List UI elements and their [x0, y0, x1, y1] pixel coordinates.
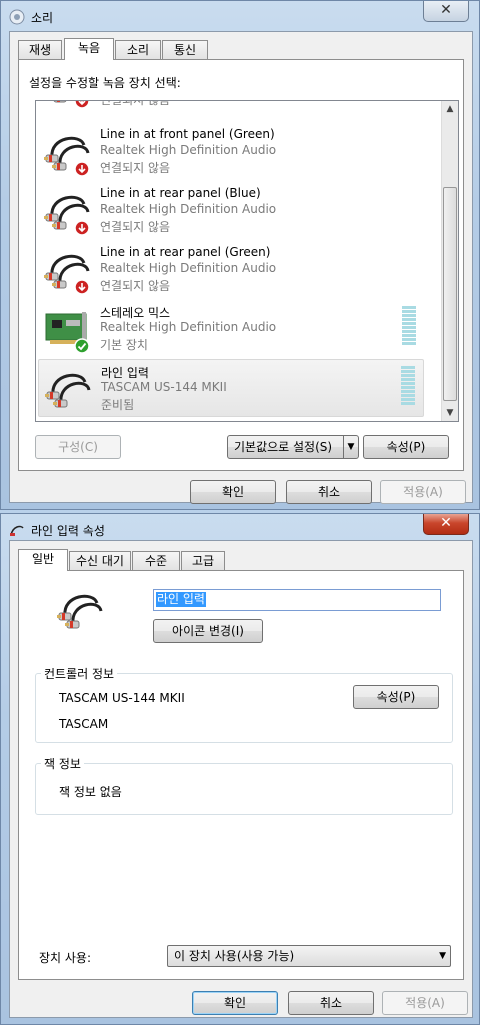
line-in-cable-icon — [43, 364, 93, 414]
scroll-down-icon[interactable]: ▼ — [442, 405, 458, 421]
list-scrollbar[interactable]: ▲ ▼ — [441, 101, 458, 421]
dropdown-arrow-icon[interactable]: ▼ — [343, 436, 358, 458]
disconnected-badge-icon — [74, 220, 90, 236]
apply-button[interactable]: 적용(A) — [380, 480, 466, 504]
cancel-button[interactable]: 취소 — [288, 991, 374, 1015]
device-item-front-green[interactable]: Line in at front panel (Green) Realtek H… — [38, 123, 424, 181]
level-meter — [401, 366, 415, 410]
scroll-up-icon[interactable]: ▲ — [442, 101, 458, 117]
jack-info-text: 잭 정보 없음 — [59, 785, 122, 799]
tab-sounds[interactable]: 소리 — [115, 40, 161, 60]
change-icon-button[interactable]: 아이콘 변경(I) — [153, 619, 263, 643]
controller-name: TASCAM US-144 MKII — [59, 691, 185, 705]
window-title: 소리 — [31, 11, 54, 25]
controller-info-title: 컨트롤러 정보 — [41, 665, 118, 682]
close-icon: ✕ — [440, 515, 452, 531]
line-in-cable-icon — [10, 525, 24, 536]
line-in-cable-icon — [55, 585, 105, 635]
ok-button[interactable]: 확인 — [190, 480, 276, 504]
tab-listen[interactable]: 수신 대기 — [69, 551, 131, 571]
device-item-rear-green[interactable]: Line in at rear panel (Green) Realtek Hi… — [38, 241, 424, 299]
sound-dialog: 소리 ✕ 재생 녹음 소리 통신 설정을 수정할 녹음 장치 선택: 연결되지 … — [0, 0, 480, 510]
tab-playback[interactable]: 재생 — [18, 40, 62, 60]
device-item-line-in[interactable]: 라인 입력 TASCAM US-144 MKII 준비됨 — [38, 359, 424, 417]
tab-advanced[interactable]: 고급 — [181, 551, 225, 571]
configure-button[interactable]: 구성(C) — [35, 435, 121, 459]
close-button[interactable]: ✕ — [423, 1, 469, 22]
device-item-hidden[interactable]: 연결되지 않음 — [38, 100, 424, 113]
default-device-check-icon — [74, 338, 90, 354]
recording-device-list[interactable]: 연결되지 않음 Line in at front panel (Green) R… — [35, 100, 459, 422]
disconnected-badge-icon — [74, 100, 90, 109]
level-meter — [402, 306, 416, 350]
tab-levels[interactable]: 수준 — [132, 551, 180, 571]
ok-button[interactable]: 확인 — [192, 991, 278, 1015]
device-item-stereo-mix[interactable]: 스테레오 믹스 Realtek High Definition Audio 기본… — [38, 300, 424, 358]
tab-recording[interactable]: 녹음 — [64, 38, 114, 60]
dialog-body: 재생 녹음 소리 통신 설정을 수정할 녹음 장치 선택: 연결되지 않음 Li… — [9, 31, 473, 504]
controller-properties-button[interactable]: 속성(P) — [353, 685, 439, 709]
line-in-properties-dialog: 라인 입력 속성 ✕ 일반 수신 대기 수준 고급 라인 입력 아이콘 변경(I… — [0, 513, 480, 1025]
general-pane: 라인 입력 아이콘 변경(I) 컨트롤러 정보 TASCAM US-144 MK… — [18, 570, 464, 980]
scroll-thumb[interactable] — [443, 187, 457, 401]
instruction-text: 설정을 수정할 녹음 장치 선택: — [29, 76, 181, 90]
cancel-button[interactable]: 취소 — [286, 480, 372, 504]
recording-pane: 설정을 수정할 녹음 장치 선택: 연결되지 않음 Line in at fro… — [18, 59, 464, 471]
device-item-rear-blue[interactable]: Line in at rear panel (Blue) Realtek Hig… — [38, 182, 424, 240]
chevron-down-icon: ▼ — [439, 951, 446, 961]
disconnected-badge-icon — [74, 279, 90, 295]
device-usage-label: 장치 사용: — [39, 951, 92, 965]
close-icon: ✕ — [440, 2, 452, 18]
jack-info-title: 잭 정보 — [41, 755, 84, 772]
window-title: 라인 입력 속성 — [31, 524, 105, 538]
device-usage-select[interactable]: 이 장치 사용(사용 가능) ▼ — [167, 945, 451, 967]
device-name-input[interactable]: 라인 입력 — [153, 589, 441, 611]
tab-general[interactable]: 일반 — [18, 549, 68, 571]
controller-vendor: TASCAM — [59, 717, 109, 731]
disconnected-badge-icon — [74, 161, 90, 177]
close-button[interactable]: ✕ — [423, 514, 469, 535]
dialog-body: 일반 수신 대기 수준 고급 라인 입력 아이콘 변경(I) 컨트롤러 정보 T… — [9, 540, 473, 1018]
set-default-button[interactable]: 기본값으로 설정(S) ▼ — [227, 435, 359, 459]
tab-communications[interactable]: 통신 — [162, 40, 208, 60]
properties-button[interactable]: 속성(P) — [363, 435, 449, 459]
title-bar[interactable]: 소리 ✕ — [1, 1, 479, 31]
apply-button[interactable]: 적용(A) — [382, 991, 468, 1015]
speaker-icon — [9, 9, 25, 25]
